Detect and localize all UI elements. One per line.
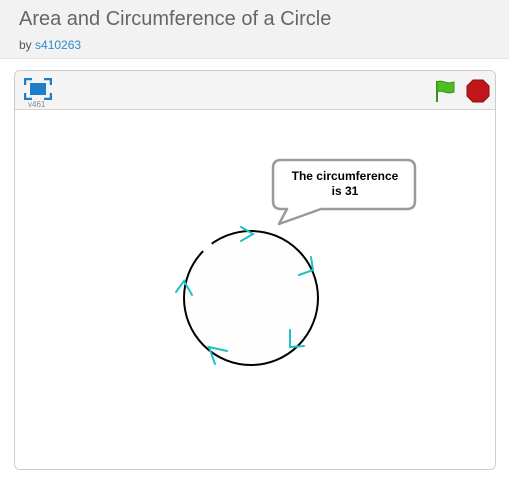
stop-sign-icon bbox=[466, 79, 490, 103]
by-label: by bbox=[19, 38, 32, 52]
stage[interactable]: The circumference is 31 bbox=[15, 110, 495, 469]
project-player: v461 The circumference is 31 bbox=[14, 70, 496, 470]
green-flag-icon bbox=[436, 80, 455, 102]
player-controls: v461 bbox=[15, 71, 495, 110]
project-title: Area and Circumference of a Circle bbox=[19, 8, 332, 30]
green-flag-button[interactable] bbox=[433, 79, 457, 103]
author-link[interactable]: s410263 bbox=[35, 38, 81, 52]
speech-line-1: The circumference bbox=[291, 169, 399, 183]
speech-bubble-text: The circumference is 31 bbox=[272, 169, 418, 199]
version-label: v461 bbox=[28, 100, 46, 109]
fullscreen-button[interactable] bbox=[23, 77, 53, 101]
stop-button[interactable] bbox=[466, 79, 490, 103]
project-header: Area and Circumference of a Circle by s4… bbox=[0, 0, 509, 59]
byline: by s410263 bbox=[19, 38, 81, 52]
stage-drawing bbox=[175, 158, 417, 366]
speech-line-2: is 31 bbox=[331, 184, 359, 198]
fullscreen-icon bbox=[23, 77, 53, 101]
